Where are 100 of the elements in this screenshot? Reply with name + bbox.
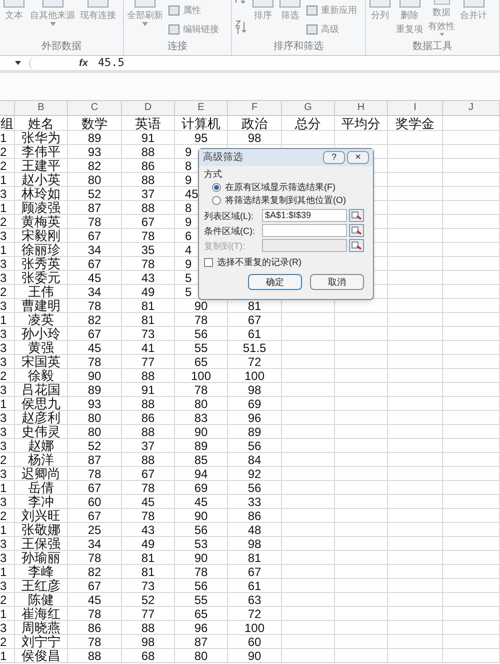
table-cell: 100 (244, 621, 265, 634)
table-cell: 45 (194, 495, 208, 508)
column-header[interactable]: J (443, 101, 500, 115)
table-cell: 72 (248, 355, 262, 368)
group-label: 连接 (166, 41, 188, 53)
table-cell: 80 (88, 425, 102, 438)
table-cell: 98 (248, 537, 262, 550)
column-header[interactable]: G (282, 101, 335, 115)
table-cell: 6 (185, 229, 192, 242)
table-cell: 98 (141, 635, 155, 648)
range-picker-icon[interactable] (349, 239, 364, 252)
header-cell: 计算机 (182, 116, 220, 130)
radio-option[interactable]: 将筛选结果复制到其他位置(O) (204, 194, 368, 206)
table-cell: 52 (88, 439, 102, 452)
table-cell: 1 (0, 565, 7, 578)
table-cell: 90 (248, 649, 262, 662)
range-picker-icon[interactable] (349, 224, 364, 237)
table-cell: 1 (0, 131, 7, 144)
table-cell: 94 (194, 467, 208, 480)
range-picker-icon[interactable] (349, 209, 364, 222)
table-cell: 56 (194, 579, 208, 592)
table-cell: 孙瑜丽 (22, 551, 60, 564)
table-cell: 黄强 (28, 341, 54, 354)
table-cell: 1 (0, 607, 7, 620)
table-cell: 3 (0, 579, 7, 592)
table-cell: 80 (88, 411, 102, 424)
dropdown-arrow-icon[interactable] (15, 61, 21, 65)
table-cell: 1 (0, 397, 7, 410)
header-cell: 平均分 (342, 116, 380, 130)
table-cell: 3 (0, 439, 7, 452)
table-cell: 顾凌强 (22, 201, 60, 214)
dialog-button[interactable]: 取消 (310, 274, 364, 290)
table-cell: 82 (88, 313, 102, 326)
column-header[interactable]: C (68, 101, 122, 115)
table-cell: 95 (194, 131, 208, 144)
close-button[interactable]: × (347, 151, 369, 164)
function-button[interactable]: fx (79, 56, 88, 70)
header-cell: 政治 (242, 116, 268, 130)
table-cell: 69 (248, 397, 262, 410)
table-cell: 93 (88, 397, 102, 410)
help-button[interactable]: ? (323, 151, 345, 164)
table-cell: 3 (0, 341, 7, 354)
table-cell: 61 (248, 579, 262, 592)
table-cell: 67 (88, 481, 102, 494)
table-cell: 3 (0, 621, 7, 634)
table-cell: 9 (185, 145, 192, 158)
table-cell: 43 (141, 523, 155, 536)
table-cell: 岳倩 (28, 481, 54, 494)
table-cell: 8 (185, 159, 192, 172)
table-cell: 67 (88, 229, 102, 242)
table-cell: 77 (141, 607, 155, 620)
field-label: 条件区域(C): (204, 224, 256, 236)
table-cell: 67 (88, 327, 102, 340)
input-field[interactable]: $A$1:$I$39 (262, 209, 347, 222)
table-cell: 56 (248, 481, 262, 494)
table-cell: 73 (141, 579, 155, 592)
table-cell: 张华为 (22, 131, 60, 144)
table-cell: 86 (141, 159, 155, 172)
group-label: 外部数据 (40, 41, 82, 53)
table-cell: 曹建明 (22, 299, 60, 312)
column-header[interactable]: B (15, 101, 68, 115)
table-cell: 3 (0, 187, 7, 200)
table-cell: 90 (194, 509, 208, 522)
table-cell: 侯思九 (22, 397, 60, 410)
table-cell: 49 (141, 285, 155, 298)
table-cell: 1 (0, 201, 7, 214)
radio-option[interactable]: 在原有区域显示筛选结果(F) (204, 181, 368, 193)
table-cell: 98 (248, 131, 262, 144)
column-header[interactable]: I (388, 101, 443, 115)
table-cell: 78 (88, 355, 102, 368)
table-cell: 81 (248, 551, 262, 564)
column-header[interactable]: F (228, 101, 282, 115)
table-cell: 1 (0, 243, 7, 256)
input-field[interactable] (262, 224, 347, 237)
column-header[interactable]: E (175, 101, 228, 115)
table-cell: 78 (141, 481, 155, 494)
formula-field[interactable]: 45.5 (98, 54, 124, 72)
table-cell: 90 (194, 551, 208, 564)
table-cell: 宋国英 (22, 355, 60, 368)
table-cell: 92 (248, 467, 262, 480)
dialog-button[interactable]: 确定 (248, 274, 302, 290)
sort-icon[interactable] (234, 20, 248, 34)
table-cell: 90 (194, 425, 208, 438)
input-field[interactable] (262, 239, 347, 252)
table-cell: 56 (248, 439, 262, 452)
column-header[interactable]: D (122, 101, 175, 115)
table-cell: 90 (194, 299, 208, 312)
column-header[interactable]: H (335, 101, 388, 115)
checkbox-option[interactable]: 选择不重复的记录(R) (204, 256, 368, 268)
header-cell: 奖学金 (396, 116, 434, 130)
table-cell: 85 (194, 453, 208, 466)
table-cell: 迟卿尚 (22, 467, 60, 480)
table-cell: 73 (141, 327, 155, 340)
table-cell: 81 (141, 551, 155, 564)
table-cell: 王红彦 (22, 579, 60, 592)
table-cell: 34 (88, 243, 102, 256)
table-cell: 41 (141, 341, 155, 354)
table-cell: 78 (141, 257, 155, 270)
table-cell: 3 (0, 327, 7, 340)
table-cell: 3 (0, 495, 7, 508)
